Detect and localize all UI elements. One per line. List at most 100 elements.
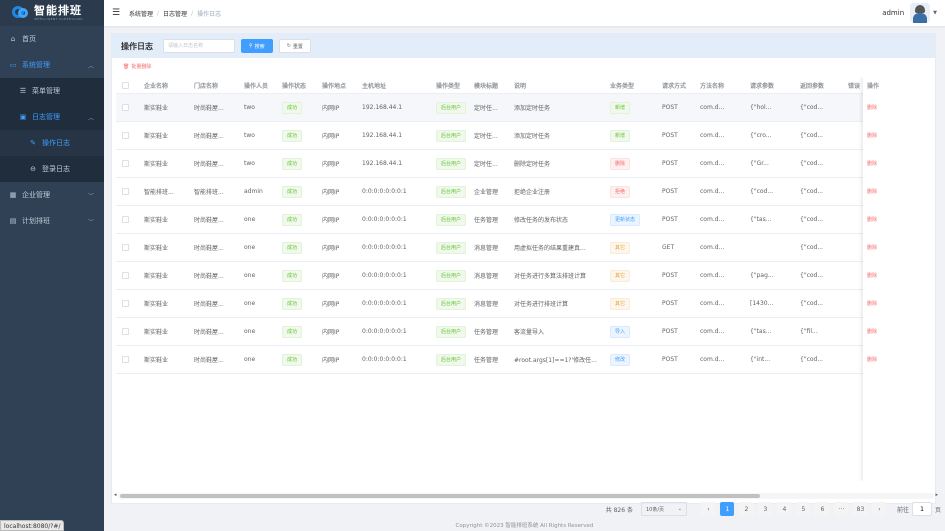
next-page-button[interactable]: ›: [872, 502, 887, 516]
page-size-select[interactable]: 10条/页 ⌄: [640, 502, 687, 516]
user-menu[interactable]: admin ▼: [882, 3, 937, 23]
page-button[interactable]: 6: [815, 502, 830, 516]
table-row[interactable]: 斯实鞋业 时尚鞋屋... two 成功 内网IP 192.168.44.1 后台用户 定时任.…: [116, 122, 934, 150]
batch-delete-button[interactable]: 🗑 批量删除: [123, 63, 151, 71]
sidebar-item-system[interactable]: ▭ 系统管理 ︿: [0, 52, 104, 78]
table-row[interactable]: 斯实鞋业 时尚鞋屋... two 成功 内网IP 192.168.44.1 后台用户 定时任.…: [116, 94, 934, 122]
search-button[interactable]: ⚲ 搜索: [241, 39, 273, 53]
row-checkbox[interactable]: [122, 122, 129, 149]
row-checkbox[interactable]: [122, 178, 129, 205]
page-jumper: 前往 页: [897, 502, 941, 516]
table-cell: one: [244, 328, 256, 335]
table-cell: 成功: [282, 262, 303, 289]
login-icon: ⊖: [30, 165, 36, 173]
table-cell: 0:0:0:0:0:0:0:1: [362, 244, 407, 251]
row-checkbox[interactable]: [122, 150, 129, 177]
scroll-left-icon[interactable]: ◂: [114, 492, 117, 498]
page-button[interactable]: 2: [739, 502, 754, 516]
sidebar-item-operation-log[interactable]: ✎ 操作日志: [0, 130, 104, 156]
row-checkbox[interactable]: [122, 94, 129, 121]
breadcrumb-item-current: 操作日志: [197, 10, 222, 18]
delete-link[interactable]: 删除: [867, 244, 877, 251]
operator-type-tag: 后台用户: [436, 269, 467, 282]
page-button[interactable]: 5: [796, 502, 811, 516]
row-checkbox[interactable]: [122, 234, 129, 261]
horizontal-scrollbar[interactable]: ◂ ▸: [114, 492, 938, 499]
table-cell: POST: [662, 160, 678, 167]
sidebar-item-label: 系统管理: [22, 61, 50, 69]
status-tag: 成功: [282, 325, 303, 338]
delete-link[interactable]: 删除: [867, 328, 877, 335]
scroll-right-icon[interactable]: ▸: [935, 492, 938, 498]
column-header: 业务类型: [610, 82, 635, 90]
select-all-checkbox[interactable]: [122, 77, 129, 93]
page-button[interactable]: 4: [777, 502, 792, 516]
table-cell: 内网IP: [322, 105, 340, 112]
delete-link[interactable]: 删除: [867, 160, 877, 167]
table-cell: 企业管理: [474, 189, 499, 196]
log-table: 企业名称 门店名称 操作人员 操作状态 操作地点 主机地址 操作类型 模块标题 说明 业务类型 请求…: [116, 77, 934, 481]
hamburger-icon[interactable]: ☰: [112, 8, 121, 18]
search-input[interactable]: [163, 39, 235, 53]
sidebar-item-enterprise[interactable]: ▦ 企业管理 ﹀: [0, 182, 104, 208]
table-cell: 0:0:0:0:0:0:0:1: [362, 272, 407, 279]
edit-icon: ✎: [30, 139, 36, 147]
avatar[interactable]: [910, 3, 931, 23]
table-cell: 成功: [282, 94, 303, 121]
table-row[interactable]: 斯实鞋业 时尚鞋屋... one 成功 内网IP 0:0:0:0:0:0:0:1 后台用户消…: [116, 290, 934, 318]
table-cell: two: [244, 160, 255, 167]
table-row[interactable]: 斯实鞋业 时尚鞋屋... one 成功 内网IP 0:0:0:0:0:0:0:1 后台用户任…: [116, 318, 934, 346]
table-cell: 内网IP: [322, 329, 340, 336]
table-cell: 斯实鞋业: [144, 245, 169, 252]
sidebar-item-schedule[interactable]: ▤ 计划排班 ﹀: [0, 208, 104, 234]
logo[interactable]: 智能排班 INTELLIGENT SCHEDULING: [0, 0, 104, 26]
table-cell: {"tas...: [750, 328, 772, 335]
table-row[interactable]: 斯实鞋业 时尚鞋屋... one 成功 内网IP 0:0:0:0:0:0:0:1 后台用户任…: [116, 206, 934, 234]
sidebar-item-log[interactable]: ▣ 日志管理 ︿: [0, 104, 104, 130]
table-row[interactable]: 智能排班... 智能排班... admin 成功 内网IP 0:0:0:0:0:0:0:1…: [116, 178, 934, 206]
action-cell: 删除: [867, 346, 877, 373]
scrollbar-thumb[interactable]: [120, 494, 760, 498]
row-checkbox[interactable]: [122, 318, 129, 345]
table-row[interactable]: 斯实鞋业 时尚鞋屋... two 成功 内网IP 192.168.44.1 后台用户 定时任.…: [116, 150, 934, 178]
table-cell: 内网IP: [322, 357, 340, 364]
table-row[interactable]: 斯实鞋业 时尚鞋屋... one 成功 内网IP 0:0:0:0:0:0:0:1 后台用户消…: [116, 234, 934, 262]
delete-link[interactable]: 删除: [867, 188, 877, 195]
sidebar-item-label: 计划排班: [22, 217, 50, 225]
delete-link[interactable]: 删除: [867, 216, 877, 223]
page-button[interactable]: 3: [758, 502, 773, 516]
status-tag: 成功: [282, 213, 303, 226]
row-checkbox[interactable]: [122, 262, 129, 289]
sidebar-item-home[interactable]: ⌂ 首页: [0, 26, 104, 52]
status-tag: 成功: [282, 157, 303, 170]
table-cell: 时尚鞋屋...: [194, 329, 224, 336]
page-title: 操作日志: [121, 41, 153, 51]
table-row[interactable]: 斯实鞋业 时尚鞋屋... one 成功 内网IP 0:0:0:0:0:0:0:1 后台用户任…: [116, 346, 934, 374]
page-button[interactable]: 1: [720, 502, 735, 516]
table-row[interactable]: 斯实鞋业 时尚鞋屋... one 成功 内网IP 0:0:0:0:0:0:0:1 后台用户消…: [116, 262, 934, 290]
delete-link[interactable]: 删除: [867, 104, 877, 111]
row-checkbox[interactable]: [122, 290, 129, 317]
page-button[interactable]: 83: [853, 502, 868, 516]
sidebar: 智能排班 INTELLIGENT SCHEDULING ⌂ 首页 ▭ 系统管理 …: [0, 0, 104, 531]
goto-page-input[interactable]: [911, 502, 932, 516]
breadcrumb-item[interactable]: 日志管理: [163, 9, 187, 18]
page-ellipsis[interactable]: ···: [834, 502, 849, 516]
row-checkbox[interactable]: [122, 346, 129, 373]
caret-down-icon[interactable]: ▼: [933, 10, 937, 16]
table-cell: 添加定时任务: [514, 133, 551, 140]
table-cell: {"cod...: [800, 244, 824, 251]
breadcrumb-separator: /: [191, 9, 194, 17]
sidebar-item-menu[interactable]: ☰ 菜单管理: [0, 78, 104, 104]
reset-button[interactable]: ↻ 重置: [278, 39, 311, 53]
delete-link[interactable]: 删除: [867, 272, 877, 279]
prev-page-button[interactable]: ‹: [701, 502, 716, 516]
breadcrumb-item[interactable]: 系统管理: [129, 9, 153, 18]
delete-link[interactable]: 删除: [867, 132, 877, 139]
delete-link[interactable]: 删除: [867, 356, 877, 363]
table-cell: {"cod...: [800, 300, 824, 307]
sidebar-item-login-log[interactable]: ⊖ 登录日志: [0, 156, 104, 182]
table-cell: {"cod...: [800, 356, 824, 363]
delete-link[interactable]: 删除: [867, 300, 877, 307]
row-checkbox[interactable]: [122, 206, 129, 233]
